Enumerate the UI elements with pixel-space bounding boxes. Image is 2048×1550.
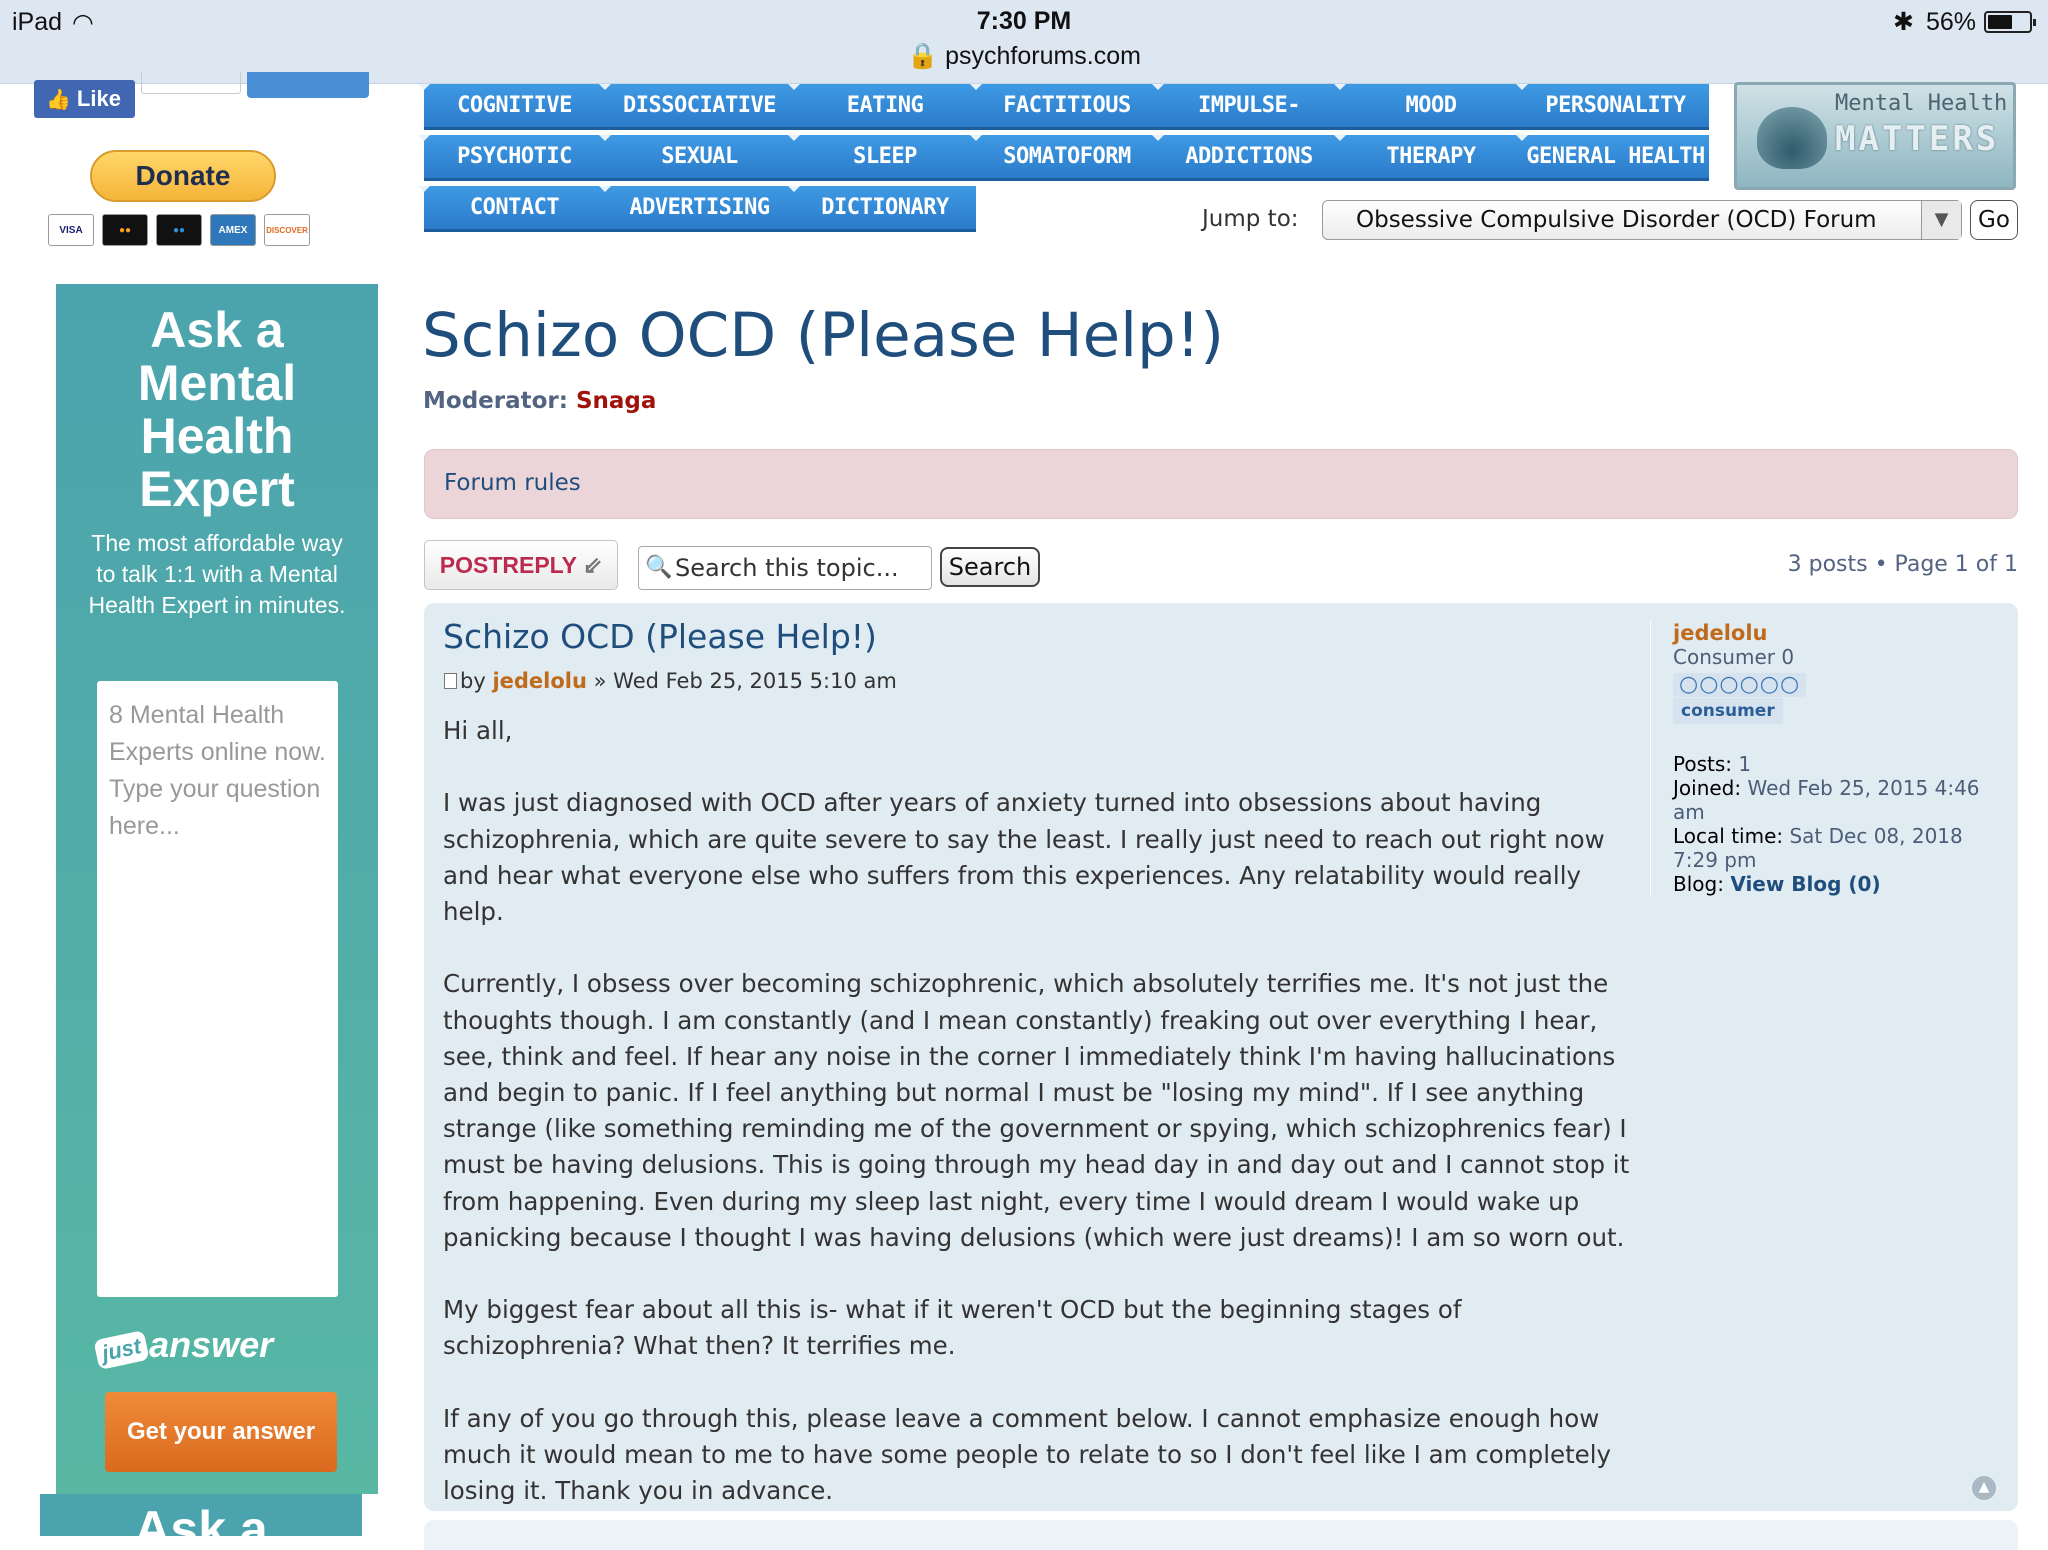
battery-icon <box>1984 11 2036 33</box>
justanswer-ad-2: Ask a <box>40 1494 362 1536</box>
chevron-down-icon: ▼ <box>1921 201 1961 239</box>
donate-button[interactable]: Donate <box>90 150 276 202</box>
post-reply-button[interactable]: POSTREPLY ⇙ <box>424 540 618 590</box>
reply-arrow-icon: ⇙ <box>582 552 603 578</box>
rank-dots-icon: ○○○○○○ <box>1673 673 2010 697</box>
ad-subtitle: The most affordable way to talk 1:1 with… <box>88 530 346 618</box>
post: Schizo OCD (Please Help!) by jedelolu » … <box>424 603 2018 1511</box>
search-placeholder: Search this topic... <box>675 554 899 582</box>
moderator-line: Moderator: Snaga <box>423 388 657 414</box>
profile-rank: Consumer 0 <box>1673 645 1795 669</box>
discover-card-icon: DISCOVER <box>264 214 310 246</box>
post-body: Hi all, I was just diagnosed with OCD af… <box>443 716 1630 1506</box>
share-counter[interactable] <box>141 72 241 94</box>
amex-card-icon: AMEX <box>210 214 256 246</box>
payment-cards: VISA ●● ●● AMEX DISCOVER <box>48 214 322 246</box>
nav-dictionary[interactable]: DICTIONARY <box>788 186 976 232</box>
forum-jump-select[interactable]: Obsessive Compulsive Disorder (OCD) Foru… <box>1322 200 1962 240</box>
nav-sexual[interactable]: SEXUAL <box>599 135 794 181</box>
facebook-like-button[interactable]: 👍 Like <box>34 80 135 118</box>
nav-impulse-control[interactable]: IMPULSE-CONTROL <box>1152 84 1340 162</box>
post-icon[interactable] <box>444 673 457 689</box>
get-answer-button[interactable]: Get your answer <box>105 1392 337 1472</box>
moderator-link[interactable]: Snaga <box>576 388 656 414</box>
thumbs-up-icon: 👍 <box>46 89 71 111</box>
nav-sleep[interactable]: SLEEP <box>788 135 976 181</box>
nav-psychotic[interactable]: PSYCHOTIC <box>418 135 605 181</box>
ad-question-input[interactable]: 8 Mental Health Experts online now. Type… <box>97 681 338 1297</box>
view-blog-link[interactable]: View Blog (0) <box>1730 872 1880 896</box>
pagination-info: 3 posts • Page 1 of 1 <box>1787 552 2018 577</box>
back-to-top-icon[interactable]: ▲ <box>1972 1476 1996 1500</box>
post-author-link[interactable]: jedelolu <box>492 669 587 693</box>
url-text: psychforums.com <box>945 42 1141 70</box>
search-icon: 🔍 <box>645 555 673 580</box>
clock: 7:30 PM <box>976 7 1072 35</box>
rank-badge: consumer <box>1673 698 1783 724</box>
page-title[interactable]: Schizo OCD (Please Help!) <box>422 300 1224 371</box>
nav-cognitive[interactable]: COGNITIVE <box>418 84 605 130</box>
justanswer-logo: just answer <box>93 1324 273 1370</box>
nav-advertising[interactable]: ADVERTISING <box>599 186 794 232</box>
justanswer-ad: Ask a Mental Health Expert The most affo… <box>56 284 378 1494</box>
nav-dissociative[interactable]: DISSOCIATIVE <box>599 84 794 130</box>
battery-percent: 56% <box>1926 8 1977 36</box>
search-button[interactable]: Search <box>940 547 1040 587</box>
nav-eating[interactable]: EATING <box>788 84 976 130</box>
maestro-card-icon: ●● <box>156 214 202 246</box>
jump-go-button[interactable]: Go <box>1970 200 2018 240</box>
mental-health-matters-logo[interactable]: Mental Health MATTERS <box>1734 82 2016 190</box>
nav-general-health[interactable]: GENERAL HEALTH <box>1516 135 1709 181</box>
jump-to-label: Jump to: <box>1202 206 1299 232</box>
jump-selected-value: Obsessive Compulsive Disorder (OCD) Foru… <box>1356 207 1877 233</box>
leaf-icon <box>1757 107 1827 169</box>
nav-personality[interactable]: PERSONALITY <box>1516 84 1709 130</box>
nav-factitious[interactable]: FACTITIOUS <box>970 84 1158 130</box>
nav-somatoform[interactable]: SOMATOFORM <box>970 135 1158 181</box>
profile-posts[interactable]: 1 <box>1738 752 1751 776</box>
forum-rules-link[interactable]: Forum rules <box>444 470 581 496</box>
post-title[interactable]: Schizo OCD (Please Help!) <box>443 617 877 656</box>
address-bar[interactable]: 🔒 psychforums.com <box>0 42 2048 71</box>
post-meta: by jedelolu » Wed Feb 25, 2015 5:10 am <box>444 669 897 693</box>
like-label: Like <box>76 86 121 111</box>
ad-title: Ask a Mental Health Expert <box>137 302 297 517</box>
visa-card-icon: VISA <box>48 214 94 246</box>
nav-addictions[interactable]: ADDICTIONS <box>1152 135 1340 181</box>
mastercard-icon: ●● <box>102 214 148 246</box>
profile-stats: Posts: 1 Joined: Wed Feb 25, 2015 4:46 a… <box>1673 752 1980 896</box>
nav-mood[interactable]: MOOD <box>1334 84 1522 130</box>
post-date: » Wed Feb 25, 2015 5:10 am <box>593 669 897 693</box>
forum-rules-box: Forum rules <box>424 449 2018 519</box>
post-author-profile: jedelolu Consumer 0 ○○○○○○ consumer Post… <box>1650 621 2010 896</box>
profile-username[interactable]: jedelolu <box>1673 621 2010 645</box>
bluetooth-icon: ✱ <box>1893 8 1914 36</box>
tweet-button[interactable] <box>247 72 369 98</box>
next-post <box>424 1520 2018 1550</box>
search-input[interactable]: 🔍 Search this topic... <box>638 546 932 590</box>
nav-contact[interactable]: CONTACT <box>418 186 605 232</box>
nav-therapy[interactable]: THERAPY <box>1334 135 1522 181</box>
